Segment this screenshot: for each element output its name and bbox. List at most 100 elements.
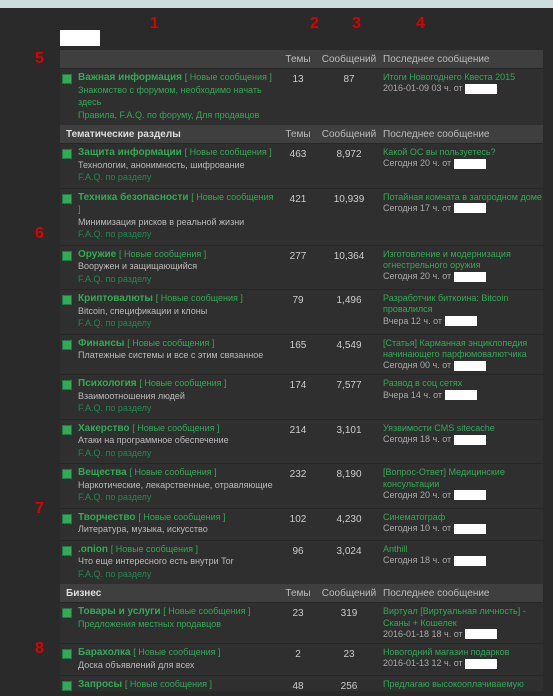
forum-container: ТемыСообщенийПоследнее сообщениеВажная и…: [60, 50, 543, 691]
forum-desc: Технологии, анонимность, шифрование: [78, 160, 245, 170]
forum-topic-count: 13: [277, 72, 319, 85]
forum-faq-link[interactable]: F.A.Q. по разделу: [78, 569, 151, 579]
new-posts-link[interactable]: [ Новые сообщения ]: [138, 512, 225, 522]
new-posts-link[interactable]: [ Новые сообщения ]: [132, 423, 219, 433]
forum-title-link[interactable]: Товары и услуги: [78, 606, 161, 617]
forum-faq-link[interactable]: F.A.Q. по разделу: [78, 448, 151, 458]
redacted-username: [454, 203, 486, 213]
forum-topic-count: 48: [277, 679, 319, 691]
last-post-title[interactable]: Изготовление и модернизация огнестрельно…: [383, 249, 511, 270]
forum-title-link[interactable]: Финансы: [78, 338, 124, 349]
last-post-title[interactable]: Какой ОС вы пользуетесь?: [383, 147, 496, 157]
annotation-5: 5: [35, 50, 44, 68]
annotation-6: 6: [35, 225, 44, 243]
forum-desc: Знакомство с форумом, необходимо начать …: [78, 85, 262, 108]
forum-title-link[interactable]: Барахолка: [78, 647, 131, 658]
forum-post-count: 23: [319, 647, 379, 660]
forum-main: Финансы [ Новые сообщения ] Платежные сис…: [74, 338, 277, 363]
last-post-title[interactable]: Развод в соц сетях: [383, 378, 462, 388]
forum-desc: Наркотические, лекарственные, отравляющи…: [78, 480, 273, 490]
redacted-header-box: [60, 30, 100, 46]
annotation-3: 3: [352, 15, 361, 33]
redacted-username: [454, 524, 486, 534]
new-posts-link[interactable]: [ Новые сообщения ]: [119, 249, 206, 259]
forum-main: Важная информация [ Новые сообщения ] Зна…: [74, 72, 277, 122]
forum-row: Психология [ Новые сообщения ]Взаимоотно…: [60, 374, 543, 419]
forum-last-post: Виртуал [Виртуальная личность] - Сканы +…: [379, 606, 543, 640]
forum-desc: Минимизация рисков в реальной жизни: [78, 217, 244, 227]
last-post-title[interactable]: Уязвимости CMS sitecache: [383, 423, 495, 433]
forum-faq-link[interactable]: F.A.Q. по разделу: [78, 172, 151, 182]
forum-faq-link[interactable]: F.A.Q. по разделу: [78, 492, 151, 502]
new-posts-link[interactable]: [ Новые сообщения ]: [185, 147, 272, 157]
last-post-title[interactable]: Итоги Новогоднего Квеста 2015: [383, 72, 515, 82]
last-post-title[interactable]: Виртуал [Виртуальная личность] - Сканы +…: [383, 606, 526, 627]
new-posts-link[interactable]: [ Новые сообщения ]: [125, 679, 212, 689]
new-posts-link[interactable]: [ Новые сообщения ]: [163, 606, 250, 616]
forum-title-link[interactable]: Запросы: [78, 679, 122, 690]
forum-faq-link[interactable]: F.A.Q. по разделу: [78, 318, 151, 328]
forum-title-link[interactable]: Защита информации: [78, 147, 182, 158]
last-post-title[interactable]: Потайная комната в загородном доме: [383, 192, 542, 202]
new-posts-link[interactable]: [ Новые сообщения ]: [185, 72, 272, 82]
redacted-username: [445, 390, 477, 400]
forum-post-count: 4,549: [319, 338, 379, 351]
last-post-title[interactable]: [Вопрос-Ответ] Медицинские консультации: [383, 467, 505, 488]
forum-status-icon: [60, 544, 74, 556]
new-posts-link[interactable]: [ Новые сообщения ]: [127, 338, 214, 348]
forum-faq-link[interactable]: F.A.Q. по разделу: [78, 274, 151, 284]
last-post-title[interactable]: Предлагаю высокооплачиваемую работу для …: [383, 679, 524, 691]
last-post-meta: Сегодня 00 ч. от: [383, 360, 454, 370]
last-post-meta: Сегодня 18 ч. от: [383, 434, 454, 444]
forum-row: Техника безопасности [ Новые сообщения ]…: [60, 188, 543, 245]
forum-title-link[interactable]: Хакерство: [78, 423, 130, 434]
forum-last-post: СинематографСегодня 10 ч. от: [379, 512, 543, 535]
forum-title-link[interactable]: Техника безопасности: [78, 192, 189, 203]
new-posts-link[interactable]: [ Новые сообщения ]: [111, 544, 198, 554]
forum-title-link[interactable]: Оружие: [78, 249, 116, 260]
forum-topic-count: 102: [277, 512, 319, 525]
last-post-meta: Вчера 12 ч. от: [383, 316, 445, 326]
annotation-7: 7: [35, 500, 44, 518]
forum-title-link[interactable]: Психология: [78, 378, 137, 389]
forum-title-link[interactable]: Важная информация: [78, 72, 182, 83]
forum-post-count: 3,024: [319, 544, 379, 557]
forum-main: Психология [ Новые сообщения ]Взаимоотно…: [74, 378, 277, 416]
forum-post-count: 8,972: [319, 147, 379, 160]
forum-post-count: 319: [319, 606, 379, 619]
forum-topic-count: 23: [277, 606, 319, 619]
forum-post-count: 256: [319, 679, 379, 691]
last-post-title[interactable]: [Статья] Карманная энциклопедия начинающ…: [383, 338, 527, 359]
last-post-title[interactable]: Разработчик биткоина: Bitcoin провалился: [383, 293, 508, 314]
last-post-meta: Сегодня 18 ч. от: [383, 555, 454, 565]
forum-desc: Платежные системы и все с этим связанное: [78, 350, 263, 360]
col-header-posts: Сообщений: [319, 129, 379, 140]
forum-title-link[interactable]: Творчество: [78, 512, 136, 523]
redacted-username: [465, 629, 497, 639]
last-post-title[interactable]: Новогодний магазин подарков: [383, 647, 509, 657]
forum-post-count: 1,496: [319, 293, 379, 306]
forum-status-icon: [60, 338, 74, 350]
forum-faq-link[interactable]: F.A.Q. по разделу: [78, 229, 151, 239]
redacted-username: [454, 435, 486, 445]
forum-main: Товары и услуги [ Новые сообщения ]Предл…: [74, 606, 277, 631]
last-post-title[interactable]: Синематограф: [383, 512, 445, 522]
forum-title-link[interactable]: .onion: [78, 544, 108, 555]
new-posts-link[interactable]: [ Новые сообщения ]: [133, 647, 220, 657]
forum-status-icon: [60, 423, 74, 435]
forum-title-link[interactable]: Криптовалюты: [78, 293, 153, 304]
new-posts-link[interactable]: [ Новые сообщения ]: [139, 378, 226, 388]
last-post-meta: Сегодня 10 ч. от: [383, 523, 454, 533]
forum-title-link[interactable]: Вещества: [78, 467, 127, 478]
forum-faq-link[interactable]: F.A.Q. по разделу: [78, 403, 151, 413]
forum-status-icon: [60, 467, 74, 479]
category-title: Бизнес: [60, 588, 277, 599]
forum-status-icon: [60, 679, 74, 691]
page-root: 1 2 3 4 5 6 7 8 ТемыСообщенийПоследнее с…: [0, 0, 553, 696]
last-post-meta: 2016-01-09 03 ч. от: [383, 83, 465, 93]
new-posts-link[interactable]: [ Новые сообщения ]: [129, 467, 216, 477]
forum-status-icon: [60, 192, 74, 204]
new-posts-link[interactable]: [ Новые сообщения ]: [156, 293, 243, 303]
last-post-title[interactable]: Anthill: [383, 544, 408, 554]
forum-last-post: Разработчик биткоина: Bitcoin провалился…: [379, 293, 543, 327]
